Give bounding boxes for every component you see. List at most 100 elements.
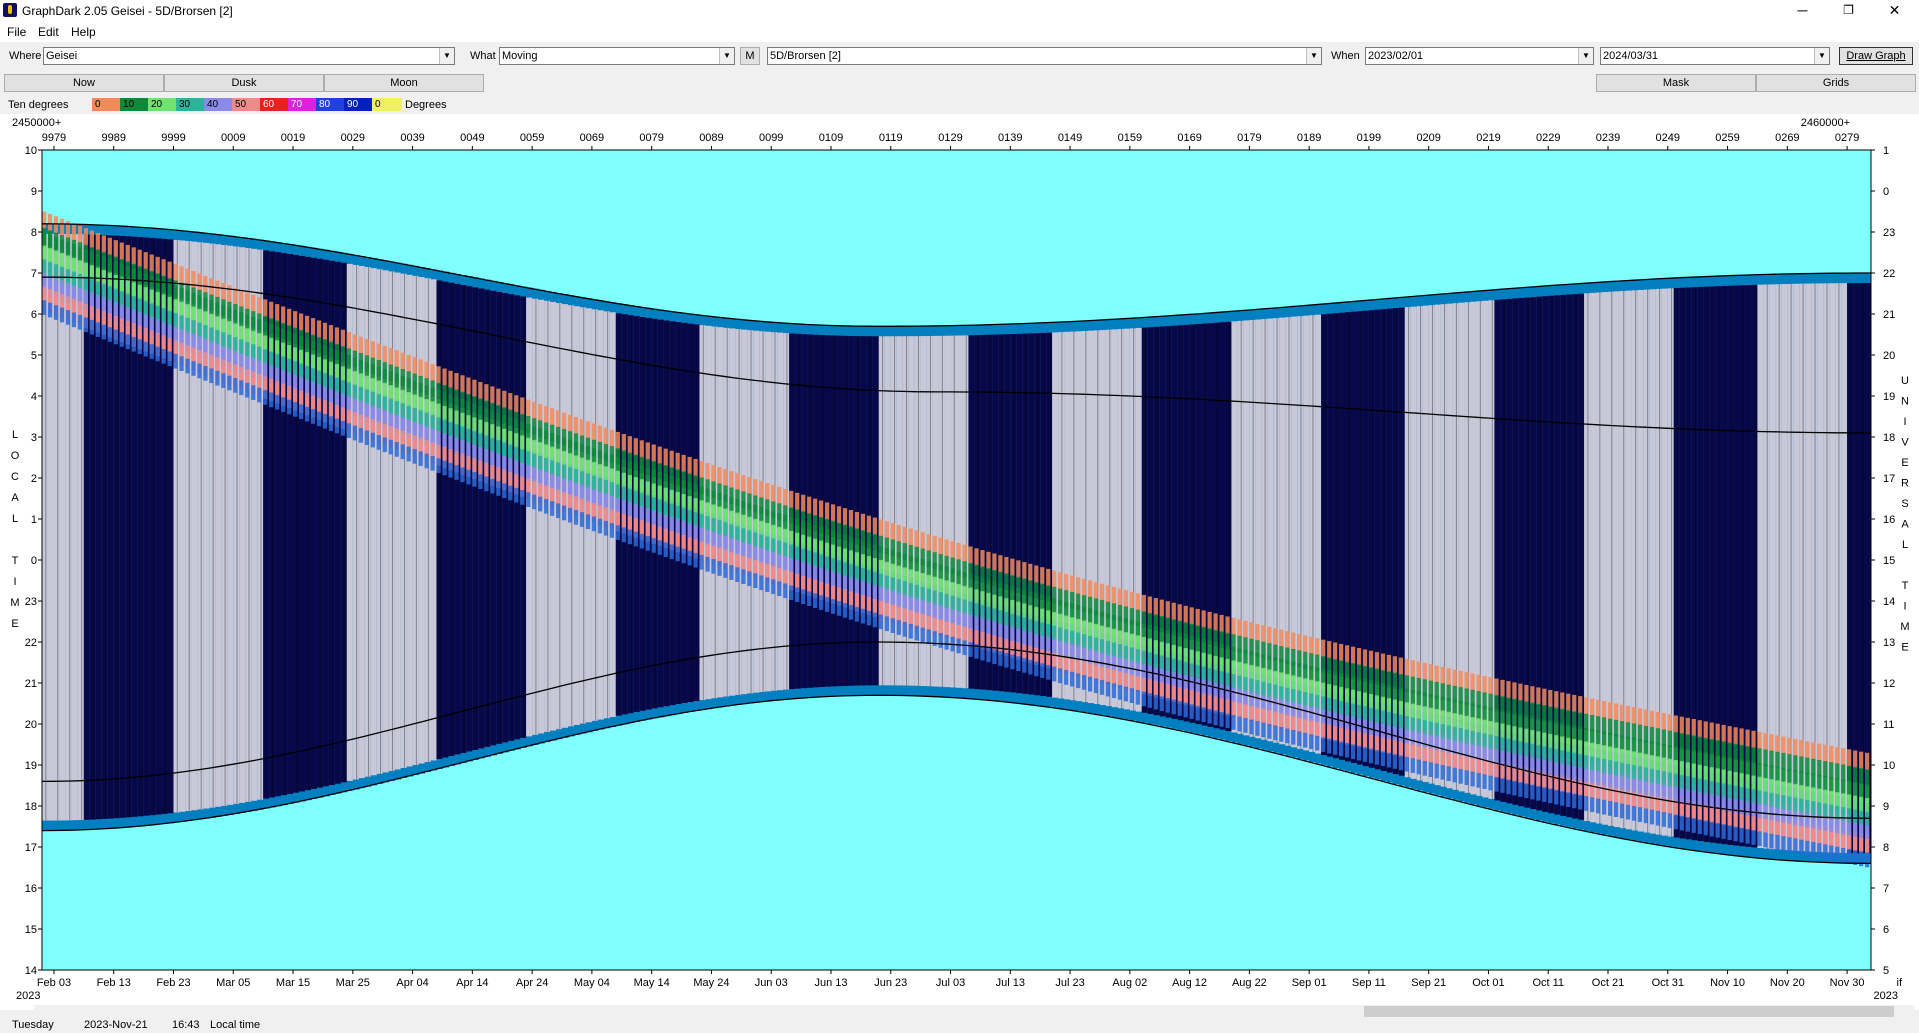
date-tick-label: Sep 01 (1292, 977, 1327, 989)
date-tick-label: Sep 21 (1411, 977, 1446, 989)
jd-tick-label: 0009 (221, 132, 245, 144)
chart-svg: 2450000+ 2460000+9979 9989 9999 0009 0019 0029… (0, 114, 1919, 1010)
window-title: GraphDark 2.05 Geisei - 5D/Brorsen [2] (22, 4, 233, 18)
date-tick-label: Nov 20 (1770, 977, 1805, 989)
jd-tick-label: 0239 (1596, 132, 1620, 144)
local-hour-tick: 15 (25, 924, 37, 936)
menu-edit[interactable]: Edit (38, 25, 59, 39)
chevron-down-icon[interactable]: ▼ (1814, 48, 1829, 64)
date-tick-label: Aug 22 (1232, 977, 1267, 989)
from-date-select[interactable]: 2023/02/01 ▼ (1365, 47, 1594, 65)
local-time-axis-letter: C (11, 471, 19, 483)
universal-time-axis-letter: I (1903, 416, 1906, 428)
local-hour-tick: 20 (25, 719, 37, 731)
mask-button[interactable]: Mask (1596, 74, 1756, 92)
where-value: Geisei (46, 50, 78, 62)
universal-time-axis-letter: E (1901, 457, 1908, 469)
dusk-button[interactable]: Dusk (164, 74, 324, 92)
status-time: 16:43 (172, 1019, 200, 1031)
restore-button[interactable]: ❐ (1826, 0, 1871, 22)
universal-time-axis-letter: L (1902, 539, 1908, 551)
chevron-down-icon[interactable]: ▼ (439, 48, 454, 64)
jd-tick-label: 0209 (1416, 132, 1440, 144)
jd-tick-label: 0269 (1775, 132, 1799, 144)
where-select[interactable]: Geisei ▼ (43, 47, 455, 65)
universal-time-axis-letter: N (1901, 396, 1909, 408)
jd-right-prefix: 2460000+ (1801, 117, 1850, 129)
menu-help[interactable]: Help (71, 25, 96, 39)
status-day: Tuesday (12, 1019, 54, 1031)
local-hour-tick: 0 (31, 555, 37, 567)
universal-hour-tick: 19 (1883, 391, 1895, 403)
m-button[interactable]: M (740, 47, 760, 65)
date-tick-label: Apr 14 (456, 977, 488, 989)
now-button[interactable]: Now (4, 74, 164, 92)
menu-file[interactable]: File (7, 25, 26, 39)
date-tick-label: Sep 11 (1352, 977, 1386, 989)
date-tick-label: Jul 23 (1055, 977, 1084, 989)
local-hour-tick: 1 (31, 514, 37, 526)
jd-tick-label: 0229 (1536, 132, 1560, 144)
date-tick-label: Jun 13 (814, 977, 847, 989)
jd-tick-label: 0039 (400, 132, 424, 144)
horizontal-scrollbar[interactable] (34, 1005, 1914, 1018)
date-tick-label: Mar 25 (336, 977, 370, 989)
menu-bar: File Edit Help (0, 22, 1919, 42)
local-hour-tick: 7 (31, 268, 37, 280)
from-date-value: 2023/02/01 (1368, 50, 1424, 62)
date-tick-label: Nov 30 (1830, 977, 1865, 989)
jd-tick-label: 0149 (1058, 132, 1082, 144)
jd-tick-label: 0249 (1656, 132, 1680, 144)
universal-time-axis-letter: I (1903, 601, 1906, 613)
date-tick-label: Apr 04 (396, 977, 428, 989)
scrollbar-thumb[interactable] (1364, 1006, 1894, 1017)
to-date-value: 2024/03/31 (1603, 50, 1659, 62)
date-tick-label: Aug 12 (1172, 977, 1207, 989)
local-hour-tick: 5 (31, 350, 37, 362)
legend-swatch: 40 (204, 98, 234, 111)
chevron-down-icon[interactable]: ▼ (1306, 48, 1321, 64)
jd-tick-label: 0279 (1835, 132, 1859, 144)
visibility-chart[interactable]: 2450000+ 2460000+ 9979 9989 9999 0009 0019 0029… (0, 114, 1919, 1010)
universal-hour-tick: 18 (1883, 432, 1895, 444)
close-button[interactable]: ✕ (1872, 0, 1917, 22)
local-hour-tick: 21 (25, 678, 37, 690)
chevron-down-icon[interactable]: ▼ (719, 48, 734, 64)
what-select[interactable]: Moving ▼ (499, 47, 735, 65)
local-hour-tick: 16 (25, 883, 37, 895)
jd-tick-label: 0049 (460, 132, 484, 144)
to-date-select[interactable]: 2024/03/31 ▼ (1600, 47, 1830, 65)
moon-button[interactable]: Moon (324, 74, 484, 92)
app-icon (3, 3, 17, 17)
local-time-axis-letter: L (12, 429, 18, 441)
universal-hour-tick: 5 (1883, 965, 1889, 977)
legend-swatch: 50 (232, 98, 262, 111)
status-date: 2023-Nov-21 (84, 1019, 148, 1031)
legend-swatch: 0 (372, 98, 402, 111)
date-tick-label: Jul 03 (936, 977, 965, 989)
jd-tick-label: 0219 (1476, 132, 1500, 144)
local-hour-tick: 3 (31, 432, 37, 444)
object-select[interactable]: 5D/Brorsen [2] ▼ (767, 47, 1322, 65)
jd-tick-label: 0089 (699, 132, 723, 144)
jd-tick-label: 9999 (161, 132, 185, 144)
draw-graph-button[interactable]: Draw Graph (1839, 47, 1913, 65)
universal-hour-tick: 13 (1883, 637, 1895, 649)
color-legend: Ten degrees 0 10 20 30 40 50 60 70 80 90 0 Degrees (0, 96, 1919, 114)
date-tick-label: Mar 15 (276, 977, 310, 989)
grids-button[interactable]: Grids (1756, 74, 1916, 92)
local-hour-tick: 4 (31, 391, 37, 403)
universal-time-axis-letter: U (1901, 375, 1909, 387)
local-hour-tick: 14 (25, 965, 37, 977)
jd-tick-label: 0079 (639, 132, 663, 144)
local-hour-tick: 17 (25, 842, 37, 854)
status-zone: Local time (210, 1019, 261, 1031)
date-tick-label: Oct 21 (1592, 977, 1624, 989)
minimize-button[interactable]: ─ (1780, 0, 1825, 22)
legend-swatch: 70 (288, 98, 318, 111)
status-bar: Tuesday 2023-Nov-21 16:43 Local time (0, 1018, 1919, 1033)
when-label: When (1331, 50, 1360, 62)
universal-time-axis-letter: M (1900, 621, 1909, 633)
chevron-down-icon[interactable]: ▼ (1578, 48, 1593, 64)
local-hour-tick: 23 (25, 596, 37, 608)
